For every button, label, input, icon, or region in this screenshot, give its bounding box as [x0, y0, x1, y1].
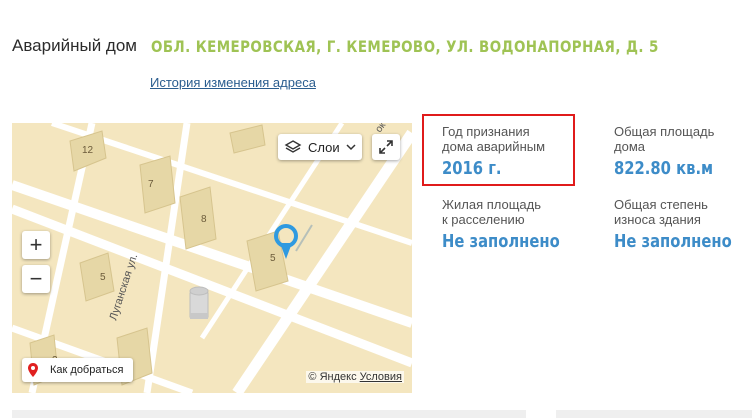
- map-pin-icon: [28, 363, 38, 377]
- house-address: ОБЛ. КЕМЕРОВСКАЯ, Г. КЕМЕРОВО, УЛ. ВОДОН…: [151, 36, 660, 56]
- footer-divider: [556, 410, 752, 418]
- info-label: Жилая площадь к расселению: [442, 197, 542, 227]
- map-canvas[interactable]: 12 7 8 5 5 2 6 Луганская ул. ок: [12, 123, 412, 393]
- address-history-link[interactable]: История изменения адреса: [150, 75, 316, 90]
- house-number: 5: [270, 253, 276, 264]
- info-label: Общая площадь дома: [614, 124, 715, 154]
- house-number: 12: [82, 145, 94, 156]
- footer-divider: [12, 410, 526, 418]
- map-widget[interactable]: 12 7 8 5 5 2 6 Луганская ул. ок Слои: [12, 123, 412, 393]
- map-copyright: © Яндекс Условия: [306, 371, 404, 383]
- info-value: 822.80 кв.м: [614, 158, 714, 179]
- info-value: Не заполнено: [614, 231, 732, 252]
- layers-label: Слои: [308, 139, 340, 155]
- copyright-text: © Яндекс: [308, 371, 357, 383]
- info-wear-degree: Общая степень износа здания Не заполнено: [614, 197, 752, 252]
- house-number: 7: [148, 179, 154, 190]
- route-button[interactable]: Как добраться: [22, 358, 134, 382]
- info-value: Не заполнено: [442, 231, 560, 252]
- house-number: 5: [100, 272, 106, 283]
- route-label: Как добраться: [50, 364, 124, 376]
- info-label: Общая степень износа здания: [614, 197, 708, 227]
- page-header: Аварийный дом ОБЛ. КЕМЕРОВСКАЯ, Г. КЕМЕР…: [12, 36, 752, 62]
- terms-link[interactable]: Условия: [360, 371, 402, 383]
- zoom-out-button[interactable]: −: [22, 265, 50, 293]
- info-recognition-year: Год признания дома аварийным 2016 г.: [442, 124, 545, 179]
- zoom-in-button[interactable]: +: [22, 231, 50, 259]
- info-value: 2016 г.: [442, 158, 502, 179]
- info-label: Год признания дома аварийным: [442, 124, 546, 154]
- info-total-area: Общая площадь дома 822.80 кв.м: [614, 124, 735, 179]
- layers-button[interactable]: Слои: [278, 134, 362, 160]
- layers-icon: [284, 140, 302, 153]
- info-living-area: Жилая площадь к расселению Не заполнено: [442, 197, 586, 252]
- street-label-corner: ок: [373, 123, 388, 135]
- chevron-down-icon: [346, 144, 356, 151]
- house-type-label: Аварийный дом: [12, 36, 137, 55]
- fullscreen-button[interactable]: [372, 134, 400, 160]
- expand-icon: [379, 140, 393, 154]
- house-number: 8: [201, 214, 207, 225]
